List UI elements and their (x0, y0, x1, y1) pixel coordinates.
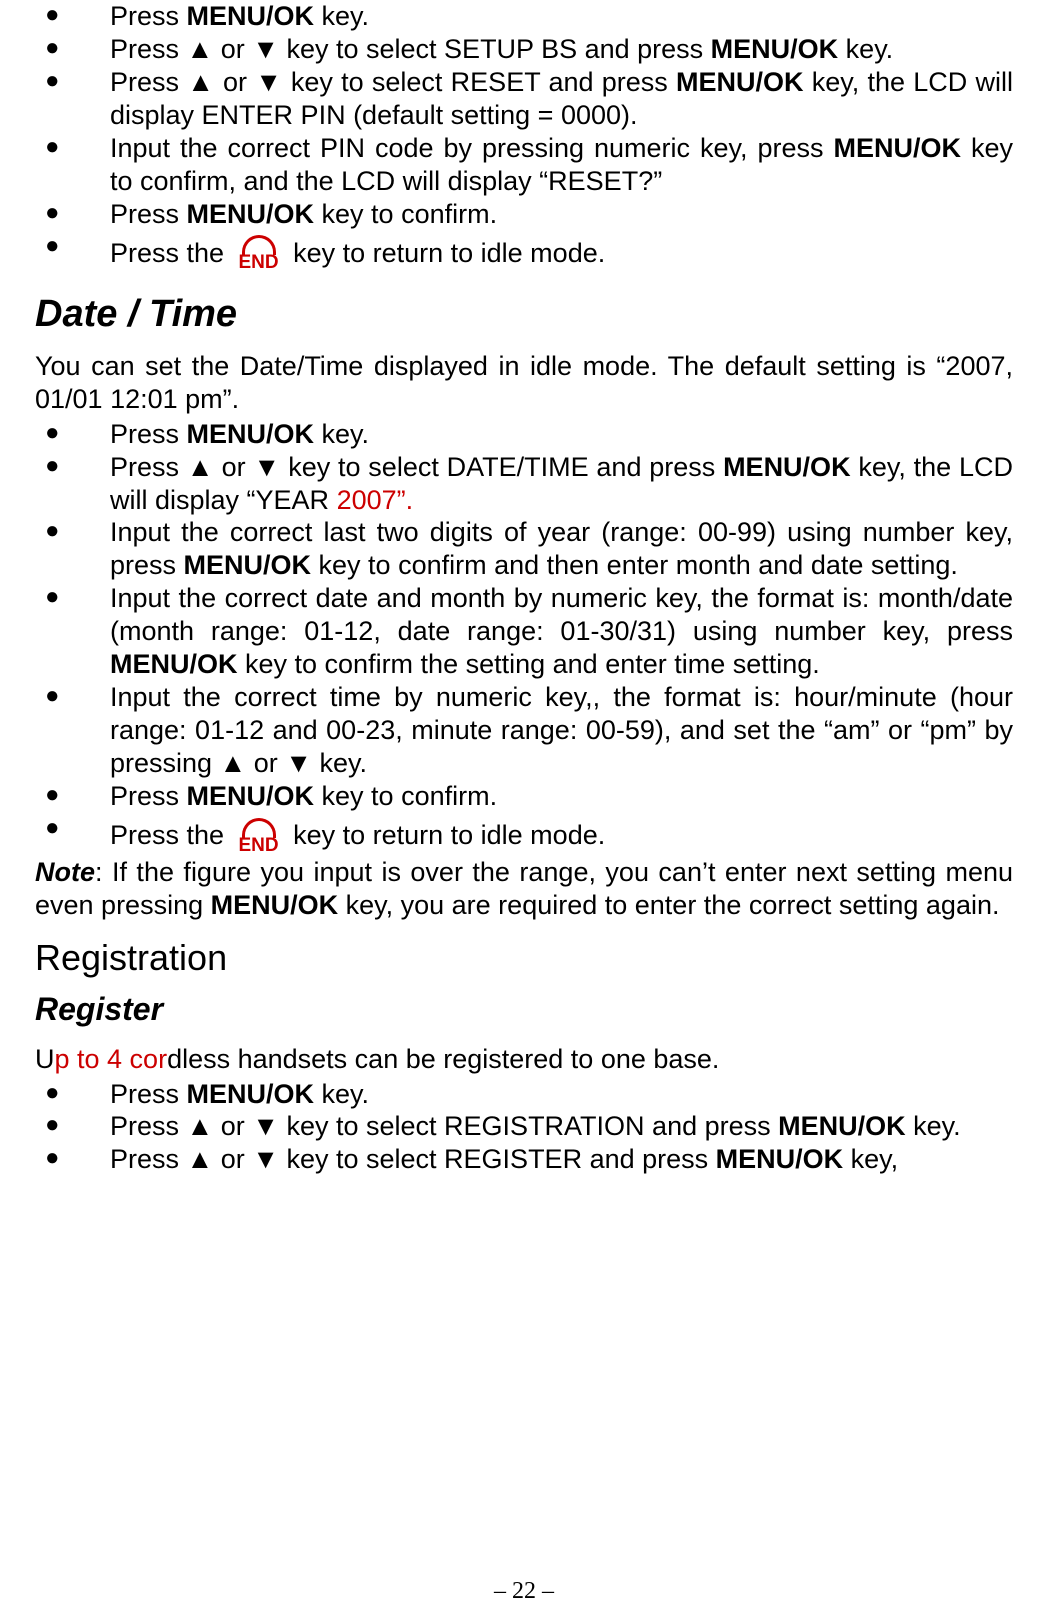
list-item: Press ▲ or ▼ key to select RESET and pre… (35, 66, 1013, 132)
menu-ok-label: MENU/OK (834, 133, 962, 163)
list-item: Press MENU/OK key. (35, 1078, 1013, 1111)
text: key. (838, 34, 893, 64)
instruction-list-2: Press MENU/OK key. Press ▲ or ▼ key to s… (35, 418, 1013, 856)
menu-ok-label: MENU/OK (187, 199, 315, 229)
menu-ok-label: MENU/OK (187, 1079, 315, 1109)
list-item: Input the correct last two digits of yea… (35, 516, 1013, 582)
text: key to confirm the setting and enter tim… (238, 649, 820, 679)
list-item: Press the END key to return to idle mode… (35, 231, 1013, 274)
heading-registration: Registration (35, 936, 1013, 980)
text: Press (110, 781, 187, 811)
page-number: – 22 – (0, 1577, 1048, 1606)
text: Press (110, 419, 187, 449)
instruction-list-3: Press MENU/OK key. Press ▲ or ▼ key to s… (35, 1078, 1013, 1177)
menu-ok-label: MENU/OK (716, 1144, 844, 1174)
text: Input the correct PIN code by pressing n… (110, 133, 834, 163)
text: key. (314, 1079, 369, 1109)
end-key-label: END (236, 834, 282, 857)
highlight-text: p to 4 cor (55, 1044, 168, 1074)
text: key. (314, 1, 369, 31)
list-item: Press MENU/OK key to confirm. (35, 780, 1013, 813)
menu-ok-label: MENU/OK (110, 649, 238, 679)
list-item: Press ▲ or ▼ key to select REGISTER and … (35, 1143, 1013, 1176)
text: Press ▲ or ▼ key to select RESET and pre… (110, 67, 676, 97)
text: key to confirm. (314, 781, 497, 811)
menu-ok-label: MENU/OK (187, 781, 315, 811)
text: Input the correct time by numeric key,, … (110, 682, 1013, 778)
list-item: Press the END key to return to idle mode… (35, 813, 1013, 856)
text: dless handsets can be registered to one … (167, 1044, 719, 1074)
menu-ok-label: MENU/OK (723, 452, 851, 482)
text: Press the (110, 820, 232, 850)
text: key to confirm and then enter month and … (311, 550, 958, 580)
text: key, you are required to enter the corre… (338, 890, 999, 920)
date-time-intro: You can set the Date/Time displayed in i… (35, 350, 1013, 416)
list-item: Press ▲ or ▼ key to select REGISTRATION … (35, 1110, 1013, 1143)
text: Press ▲ or ▼ key to select REGISTRATION … (110, 1111, 778, 1141)
menu-ok-label: MENU/OK (778, 1111, 906, 1141)
register-intro: Up to 4 cordless handsets can be registe… (35, 1043, 1013, 1076)
text: Press (110, 1079, 187, 1109)
text: U (35, 1044, 55, 1074)
list-item: Press MENU/OK key. (35, 0, 1013, 33)
text: key to confirm. (314, 199, 497, 229)
end-key-label: END (236, 251, 282, 274)
text: key. (314, 419, 369, 449)
text: key to return to idle mode. (286, 820, 606, 850)
menu-ok-label: MENU/OK (184, 550, 312, 580)
text: Input the correct date and month by nume… (110, 583, 1013, 646)
list-item: Input the correct time by numeric key,, … (35, 681, 1013, 780)
text: Press (110, 199, 187, 229)
list-item: Press MENU/OK key to confirm. (35, 198, 1013, 231)
text: Press ▲ or ▼ key to select REGISTER and … (110, 1144, 716, 1174)
heading-register: Register (35, 990, 1013, 1029)
list-item: Press ▲ or ▼ key to select DATE/TIME and… (35, 451, 1013, 517)
text: key, (843, 1144, 898, 1174)
list-item: Press MENU/OK key. (35, 418, 1013, 451)
menu-ok-label: MENU/OK (711, 34, 839, 64)
text: key to return to idle mode. (286, 238, 606, 268)
heading-date-time: Date / Time (35, 291, 1013, 337)
end-key-icon: END (236, 237, 282, 271)
note: Note: If the figure you input is over th… (35, 856, 1013, 922)
highlight-text: 2007”. (337, 485, 414, 515)
instruction-list-1: Press MENU/OK key. Press ▲ or ▼ key to s… (35, 0, 1013, 273)
end-key-icon: END (236, 820, 282, 854)
list-item: Input the correct PIN code by pressing n… (35, 132, 1013, 198)
menu-ok-label: MENU/OK (187, 1, 315, 31)
text: Press the (110, 238, 232, 268)
text: Press ▲ or ▼ key to select SETUP BS and … (110, 34, 711, 64)
menu-ok-label: MENU/OK (187, 419, 315, 449)
text: key. (906, 1111, 961, 1141)
list-item: Input the correct date and month by nume… (35, 582, 1013, 681)
note-label: Note (35, 857, 95, 887)
menu-ok-label: MENU/OK (676, 67, 804, 97)
menu-ok-label: MENU/OK (211, 890, 339, 920)
page: Press MENU/OK key. Press ▲ or ▼ key to s… (0, 0, 1048, 1624)
text: Press (110, 1, 187, 31)
list-item: Press ▲ or ▼ key to select SETUP BS and … (35, 33, 1013, 66)
text: Press ▲ or ▼ key to select DATE/TIME and… (110, 452, 723, 482)
